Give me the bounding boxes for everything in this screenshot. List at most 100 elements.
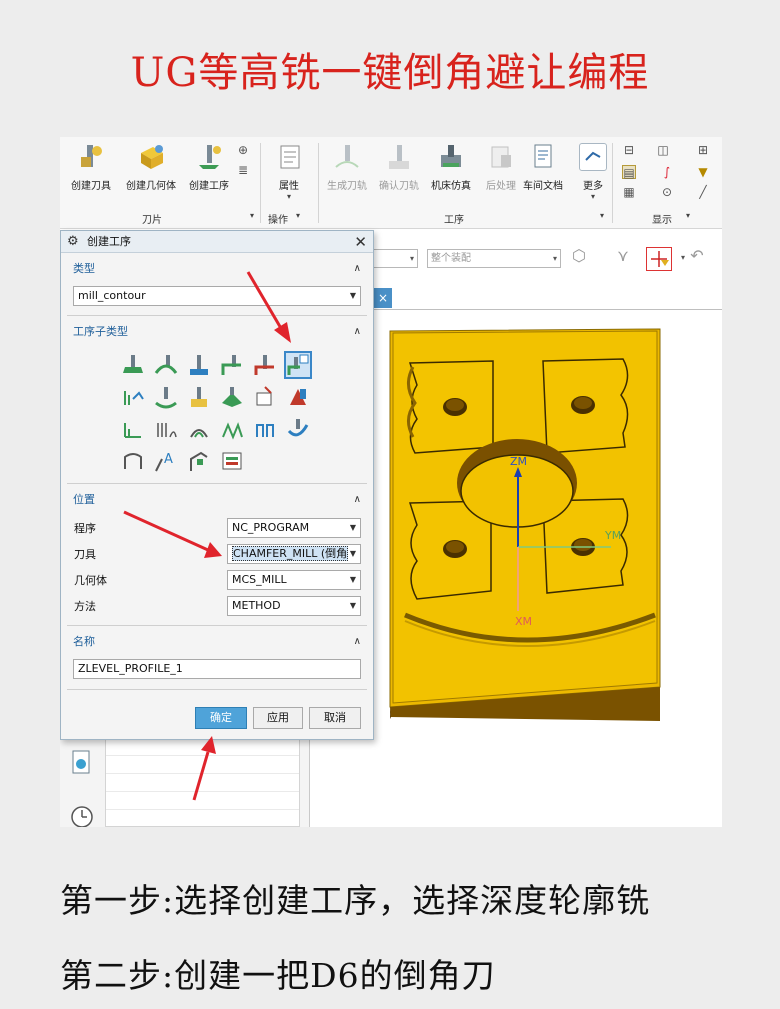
create-operation-button[interactable]: 创建工序 — [182, 143, 236, 195]
create-operation-icon — [195, 143, 223, 171]
flowcut-ref-icon[interactable] — [187, 417, 211, 441]
document-icon[interactable] — [70, 749, 94, 775]
curve-icon[interactable]: ∫ — [660, 165, 674, 179]
contour-surface-icon[interactable] — [220, 385, 244, 409]
line-icon[interactable]: ╱ — [696, 185, 710, 199]
svg-text:A: A — [164, 452, 173, 467]
ribbon-separator — [612, 143, 613, 223]
program-select[interactable]: NC_PROGRAM ▼ — [227, 518, 361, 538]
section-divider — [67, 689, 367, 690]
corner-rough-icon[interactable] — [220, 353, 244, 377]
shop-documentation-button[interactable]: 车间文档 — [514, 143, 572, 195]
display-toggle-icon[interactable]: ▤ — [622, 165, 636, 180]
rotate-icon[interactable]: ↶ — [690, 248, 704, 264]
name-section-label: 名称 — [73, 635, 95, 648]
properties-button[interactable]: 属性 ▾ — [262, 143, 316, 201]
contour-area-icon[interactable] — [187, 385, 211, 409]
selection-filter-icon[interactable] — [646, 247, 672, 271]
location-section-header[interactable]: 位置 ∧ — [67, 490, 367, 510]
small-list-icon[interactable]: ≣ — [236, 163, 250, 177]
create-tool-button[interactable]: 创建刀具 — [64, 143, 118, 195]
flowcut-multiple-icon[interactable] — [154, 417, 178, 441]
group-expand-icon[interactable]: ▾ — [600, 211, 604, 220]
axis-label-z: ZM — [510, 455, 527, 468]
apply-button[interactable]: 应用 — [253, 707, 303, 729]
group-label-operate: 操作 — [268, 215, 288, 226]
type-select[interactable]: mill_contour ▼ — [73, 286, 361, 306]
nx-screenshot: 创建刀具 创建几何体 创建工序 ⊕ ≣ 刀片 ▾ 属性 ▾ 操作 ▾ 生成刀轨 … — [60, 137, 722, 827]
target-icon[interactable]: ⊙ — [660, 185, 674, 199]
gear-icon: ⚙ — [67, 234, 79, 249]
operation-navigator — [60, 737, 310, 827]
axis-label-x: XM — [515, 615, 532, 628]
display-view-icon[interactable]: ◫ — [656, 143, 670, 157]
type-section-header[interactable]: 类型 ∧ — [67, 259, 367, 279]
zlevel-corner-icon[interactable] — [121, 385, 145, 409]
tool-select[interactable]: CHAMFER_MILL (倒角 ▼ — [227, 544, 361, 564]
zlevel-profile-icon[interactable] — [284, 351, 312, 379]
filter-icon[interactable]: ⋎ — [616, 248, 630, 264]
subtype-section-header[interactable]: 工序子类型 ∧ — [67, 322, 367, 342]
method-select-value: METHOD — [232, 599, 281, 612]
mill-user-icon[interactable] — [220, 449, 244, 473]
graphics-toolbar: ▾ 整个装配 ▾ ⬡ ⋎ ▾ ↶ — [372, 243, 722, 273]
group-label-display: 显示 — [652, 215, 672, 226]
verify-toolpath-button[interactable]: 确认刀轨 — [372, 143, 426, 195]
navigator-list[interactable] — [105, 737, 300, 827]
program-select-value: NC_PROGRAM — [232, 521, 310, 534]
generate-toolpath-button[interactable]: 生成刀轨 — [320, 143, 374, 195]
fixed-contour-icon[interactable] — [154, 385, 178, 409]
filter-combo[interactable]: ▾ — [372, 249, 418, 268]
cavity-mill-icon[interactable] — [121, 353, 145, 377]
generate-toolpath-icon — [333, 143, 361, 171]
name-section-header[interactable]: 名称 ∧ — [67, 632, 367, 652]
contour-text-a-icon[interactable]: A — [154, 449, 178, 473]
profile-3d-icon[interactable] — [286, 417, 310, 441]
close-icon[interactable]: ✕ — [354, 231, 367, 253]
list-item — [106, 792, 299, 810]
chevron-up-icon: ∧ — [353, 326, 361, 337]
display-grid-icon[interactable]: ▦ — [622, 185, 636, 199]
close-tab-icon[interactable]: × — [374, 288, 392, 308]
funnel-icon[interactable]: ▼ — [696, 165, 710, 179]
geometry-select[interactable]: MCS_MILL ▼ — [227, 570, 361, 590]
method-select[interactable]: METHOD ▼ — [227, 596, 361, 616]
group-expand-icon[interactable]: ▾ — [250, 211, 254, 220]
chevron-up-icon: ∧ — [353, 494, 361, 505]
contour-text-icon[interactable] — [286, 385, 310, 409]
create-geometry-button[interactable]: 创建几何体 — [122, 143, 180, 195]
solid-profile-icon[interactable] — [253, 417, 277, 441]
machine-simulation-button[interactable]: 机床仿真 — [424, 143, 478, 195]
plunge-mill-icon[interactable] — [187, 353, 211, 377]
display-option-icon[interactable]: ⊟ — [622, 143, 636, 157]
section-divider — [67, 625, 367, 626]
group-expand-icon[interactable]: ▾ — [686, 211, 690, 220]
clock-icon[interactable] — [70, 803, 94, 827]
dialog-titlebar[interactable]: ⚙ 创建工序 ✕ — [61, 231, 373, 253]
list-item — [106, 774, 299, 792]
program-label: 程序 — [74, 522, 96, 535]
graphics-viewport[interactable]: ZM YM XM — [375, 315, 722, 827]
small-tool-icon[interactable]: ⊕ — [236, 143, 250, 157]
list-item — [106, 738, 299, 756]
chevron-down-icon[interactable]: ▾ — [676, 251, 690, 265]
ok-button[interactable]: 确定 — [195, 707, 247, 729]
operation-name-input[interactable]: ZLEVEL_PROFILE_1 — [73, 659, 361, 679]
group-expand-icon[interactable]: ▾ — [296, 211, 300, 220]
assembly-combo[interactable]: 整个装配 ▾ — [427, 249, 561, 268]
rest-mill-icon[interactable] — [253, 353, 277, 377]
streamline-icon[interactable] — [253, 385, 277, 409]
graphics-tab-row: × — [372, 288, 722, 310]
type-section-label: 类型 — [73, 262, 95, 275]
flowcut-single-icon[interactable] — [121, 417, 145, 441]
snap-icon[interactable]: ⬡ — [572, 248, 586, 264]
cancel-button[interactable]: 取消 — [309, 707, 361, 729]
shop-documentation-icon — [529, 143, 557, 171]
create-tool-icon — [77, 143, 105, 171]
adaptive-mill-icon[interactable] — [154, 353, 178, 377]
section-divider — [67, 483, 367, 484]
mill-control-icon[interactable] — [187, 449, 211, 473]
contour-profile-icon[interactable] — [121, 449, 145, 473]
flowcut-smooth-icon[interactable] — [220, 417, 244, 441]
display-extra-icon[interactable]: ⊞ — [696, 143, 710, 157]
